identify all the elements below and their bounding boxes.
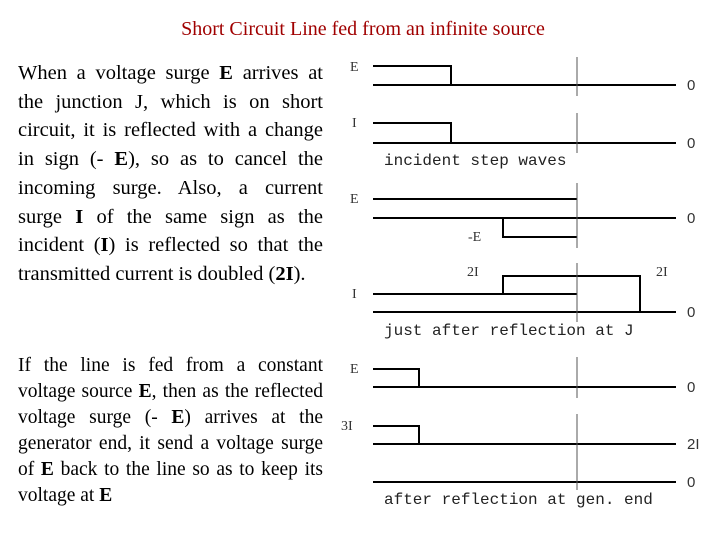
neg-voltage-label: -E xyxy=(468,230,481,245)
zero-label: 0 xyxy=(687,474,695,491)
current-label: 3I xyxy=(341,419,353,434)
gen-voltage-wave xyxy=(373,368,676,388)
zero-label: 0 xyxy=(687,379,695,396)
wave-diagram: E 0 I 0 incident step waves E -E 0 I 2I … xyxy=(341,57,700,509)
voltage-label: E xyxy=(350,362,359,377)
double-current-label: 2I xyxy=(687,436,700,453)
zero-label: 0 xyxy=(687,77,695,94)
voltage-label: E xyxy=(350,192,359,207)
gen-current-wave xyxy=(373,425,676,483)
zero-label: 0 xyxy=(687,135,695,152)
reflected-current-wave xyxy=(373,275,676,313)
incident-voltage-wave xyxy=(373,65,676,86)
current-label: I xyxy=(352,287,357,302)
current-label: I xyxy=(352,116,357,131)
caption-incident: incident step waves xyxy=(384,152,566,170)
double-current-label: 2I xyxy=(656,265,668,280)
zero-label: 0 xyxy=(687,304,695,321)
caption-reflection-gen: after reflection at gen. end xyxy=(384,491,653,509)
voltage-label: E xyxy=(350,60,359,75)
caption-reflection-j: just after reflection at J xyxy=(384,322,634,340)
zero-label: 0 xyxy=(687,210,695,227)
incident-current-wave xyxy=(373,122,676,144)
double-current-label: 2I xyxy=(467,265,479,280)
reflected-voltage-wave xyxy=(373,198,676,238)
